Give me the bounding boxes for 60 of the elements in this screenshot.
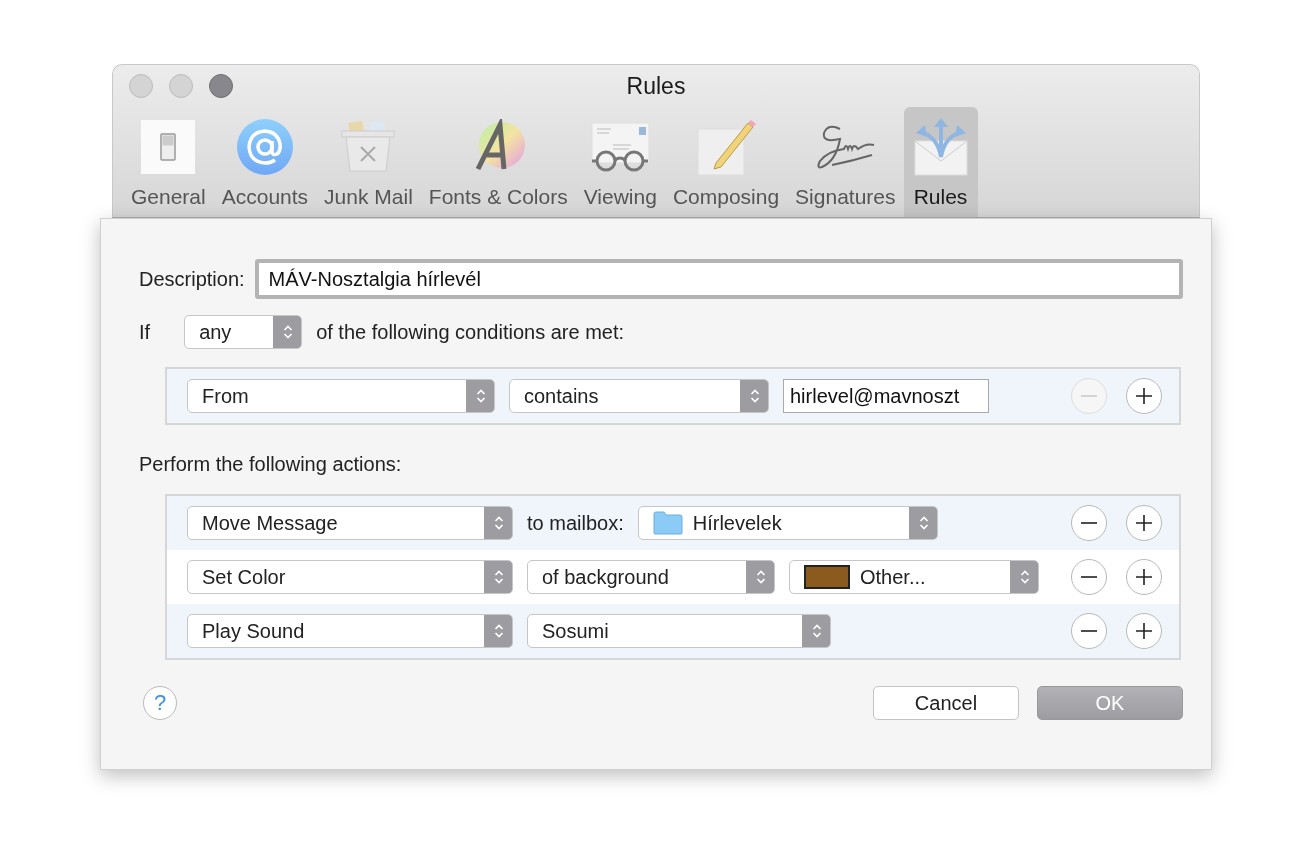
chevron-updown-icon: [750, 388, 760, 404]
toolbar-tab[interactable]: Junk Mail: [316, 107, 421, 217]
popup-button[interactable]: Hírlevelek: [637, 506, 938, 540]
conditions-label: of the following conditions are met:: [316, 320, 625, 344]
envelope-glasses-icon: [589, 121, 652, 173]
chevron-updown-icon: [1020, 569, 1030, 585]
add-button[interactable]: [1126, 505, 1162, 541]
toolbar-tab[interactable]: Composing: [664, 107, 788, 217]
add-button[interactable]: [1126, 378, 1162, 414]
window-title: Rules: [626, 72, 686, 100]
remove-button[interactable]: [1071, 505, 1107, 541]
minus-icon: [1081, 522, 1097, 524]
popup-button[interactable]: contains: [509, 379, 769, 413]
plus-icon: [1134, 567, 1154, 587]
toolbar-tab[interactable]: Signatures: [787, 107, 904, 217]
chevron-updown-icon: [283, 324, 294, 340]
popup-button[interactable]: Sosumi: [527, 614, 831, 648]
popup-button[interactable]: From: [187, 379, 495, 413]
chevron-updown-icon: [756, 569, 766, 585]
chevron-updown-icon: [494, 569, 504, 585]
zoom-button[interactable]: [209, 74, 233, 98]
chevron-updown-icon: [476, 388, 486, 404]
plus-icon: [1134, 513, 1154, 533]
chevron-updown-icon: [918, 515, 929, 531]
minus-icon: [1081, 630, 1097, 632]
toolbar-tab[interactable]: Rules: [903, 107, 978, 217]
add-button[interactable]: [1126, 613, 1162, 649]
popup-button[interactable]: Play Sound: [187, 614, 513, 648]
paper-pencil-icon: [696, 117, 756, 177]
switch-icon: [140, 119, 197, 175]
popup-button[interactable]: Set Color: [187, 560, 513, 594]
remove-button[interactable]: [1071, 559, 1107, 595]
popup-button[interactable]: of background: [527, 560, 775, 594]
value-field[interactable]: hirlevel@mavnoszt: [783, 379, 989, 413]
minus-icon: [1081, 395, 1097, 397]
to-mailbox-label: to mailbox:: [527, 511, 624, 535]
chevron-updown-icon: [812, 623, 822, 639]
cancel-button[interactable]: Cancel: [873, 686, 1019, 720]
description-field[interactable]: MÁV-Nosztalgia hírlevél: [254, 259, 1183, 299]
envelope-arrows-icon: [911, 117, 970, 177]
toolbar-tab[interactable]: Viewing: [575, 107, 665, 217]
popup-button[interactable]: Move Message: [187, 506, 513, 540]
plus-icon: [1134, 386, 1154, 406]
toolbar-tab[interactable]: General: [123, 107, 214, 217]
chevron-updown-icon: [494, 623, 504, 639]
description-label: Description:: [139, 267, 245, 291]
toolbar-tab[interactable]: Accounts: [213, 107, 317, 217]
chevron-updown-icon: [494, 515, 504, 531]
popup-button[interactable]: Other...: [789, 560, 1039, 594]
minus-icon: [1081, 576, 1097, 578]
popup-button[interactable]: any: [184, 315, 303, 349]
actions-label: Perform the following actions:: [139, 453, 403, 476]
toolbar-tab[interactable]: Fonts & Colors: [420, 107, 576, 217]
folder-icon: [652, 511, 683, 535]
if-label: If: [139, 320, 151, 344]
plus-icon: [1134, 621, 1154, 641]
trash-bin-icon: [340, 119, 397, 175]
remove-button[interactable]: [1071, 613, 1107, 649]
at-sign-icon: [235, 118, 294, 176]
add-button[interactable]: [1126, 559, 1162, 595]
